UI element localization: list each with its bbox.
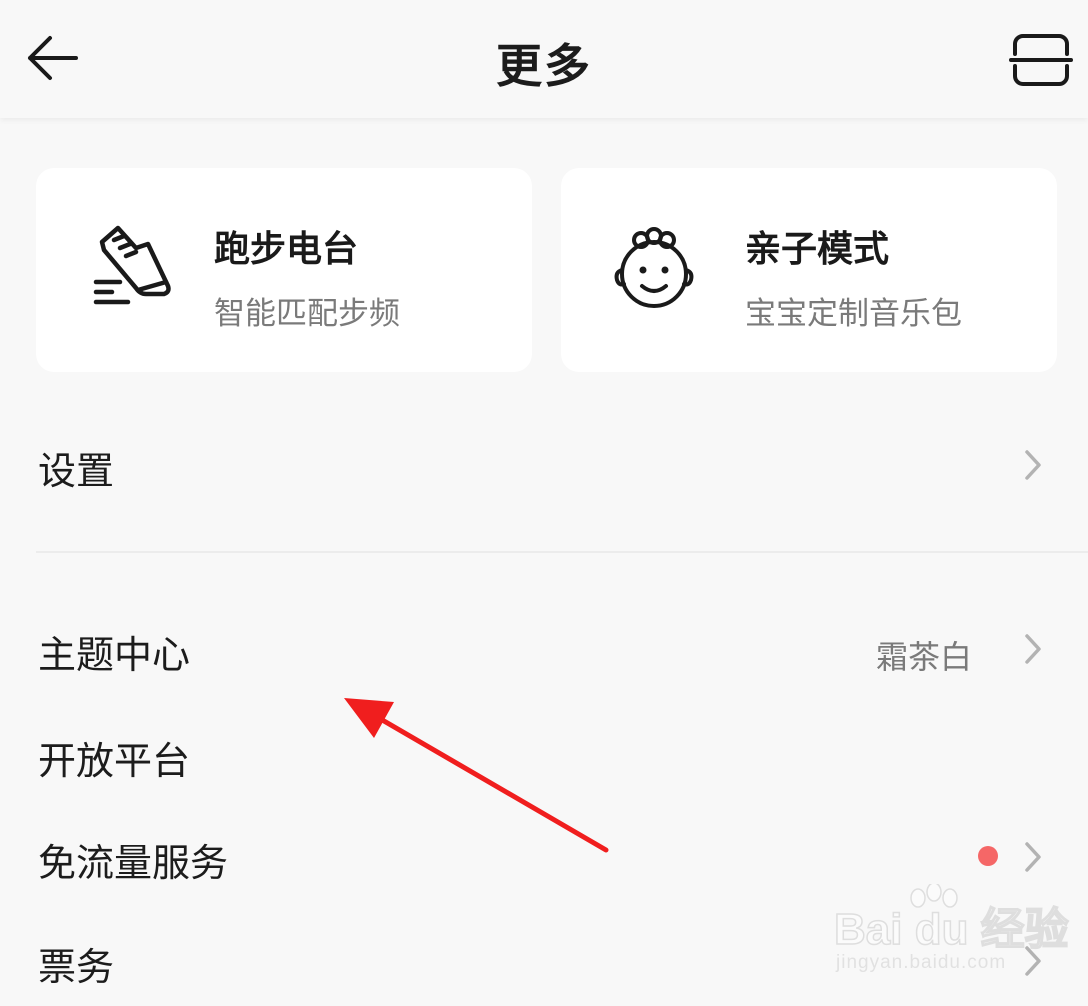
top-bar: 更多 xyxy=(0,0,1088,118)
chevron-right-icon xyxy=(1025,450,1041,480)
watermark-url: jingyan.baidu.com xyxy=(836,952,1007,973)
menu-item-label: 免流量服务 xyxy=(38,841,229,885)
scan-icon xyxy=(1009,34,1073,86)
running-shoe-icon xyxy=(93,225,171,305)
page-title: 更多 xyxy=(496,39,592,93)
notification-dot xyxy=(978,846,998,866)
current-theme-value: 霜茶白 xyxy=(875,638,972,676)
baidu-paw-logo-icon: Bai du 经验 xyxy=(833,882,1069,955)
baidu-jingyan-watermark: Bai du 经验 jingyan.baidu.com xyxy=(830,882,1070,984)
watermark-logo-text: Bai du 经验 xyxy=(834,905,1069,954)
card-subtitle: 智能匹配步频 xyxy=(214,296,400,332)
menu-item-open-platform[interactable]: 开放平台 xyxy=(0,714,1088,794)
baby-face-icon xyxy=(614,227,694,308)
menu-item-label: 设置 xyxy=(38,449,115,493)
parent-child-mode-card[interactable]: 亲子模式 宝宝定制音乐包 xyxy=(561,168,1057,372)
menu-item-label: 主题中心 xyxy=(38,633,191,677)
chevron-right-icon xyxy=(1025,842,1041,872)
scan-button[interactable] xyxy=(1008,30,1074,90)
menu-item-label: 票务 xyxy=(38,945,115,989)
menu-item-theme-center[interactable]: 主题中心 霜茶白 xyxy=(0,608,1088,688)
card-title: 亲子模式 xyxy=(745,229,890,270)
menu-item-label: 开放平台 xyxy=(38,739,191,783)
card-subtitle: 宝宝定制音乐包 xyxy=(745,296,962,332)
chevron-right-icon xyxy=(1025,634,1041,664)
menu-item-settings[interactable]: 设置 xyxy=(0,424,1088,504)
card-title: 跑步电台 xyxy=(214,229,359,270)
running-radio-card[interactable]: 跑步电台 智能匹配步频 xyxy=(36,168,532,372)
section-divider xyxy=(36,551,1088,553)
